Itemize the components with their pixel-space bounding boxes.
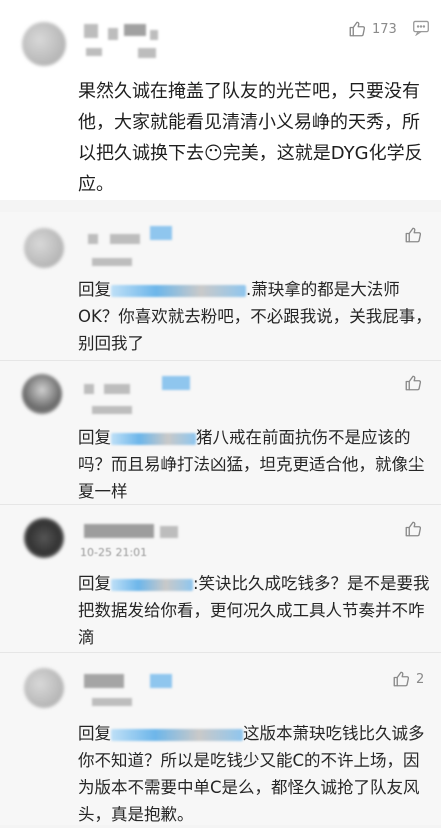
username-masked: [88, 234, 98, 244]
divider: [0, 360, 441, 361]
username-masked: [104, 384, 130, 394]
avatar[interactable]: [24, 228, 64, 268]
reply-prefix: 回复: [78, 574, 111, 593]
meta-masked: [92, 406, 132, 414]
mention-masked: [111, 432, 196, 445]
reply-text: 回复 猪八戒在前面抗伤不是应该的吗？而且易峥打法凶猛，坦克更适合他，就像尘夏一样: [78, 424, 433, 505]
meta-masked: [92, 698, 132, 706]
avatar[interactable]: [22, 22, 66, 66]
mention-masked: [111, 578, 193, 591]
more-button[interactable]: [412, 20, 430, 40]
reply-prefix: 回复: [78, 280, 111, 299]
meta-masked: [86, 48, 102, 56]
avatar[interactable]: [22, 374, 62, 414]
main-comment: 173 果然久诚在掩盖了队友的光芒吧，只要没有他，大家就能看见清清小义易峥的天秀…: [0, 0, 441, 200]
like-button[interactable]: 2: [392, 670, 424, 688]
thumbs-up-icon: [405, 521, 422, 537]
username-masked: [124, 24, 146, 36]
thumbs-up-icon: [349, 21, 366, 37]
divider: [0, 652, 441, 653]
mention-masked: [111, 284, 246, 297]
like-button[interactable]: 173: [348, 20, 397, 38]
username-masked: [150, 226, 172, 240]
reply-prefix: 回复: [78, 428, 111, 447]
username-masked: [110, 234, 140, 244]
reply-prefix: 回复: [78, 724, 111, 743]
more-icon: [413, 20, 429, 37]
like-button[interactable]: [404, 520, 422, 538]
thumbs-up-icon: [405, 227, 422, 243]
reply-list: 回复 .萧玦拿的都是大法师OK？你喜欢就去粉吧，不必跟我说，关我屁事，别回我了 回…: [0, 212, 441, 825]
username-masked: [84, 674, 124, 688]
meta-masked: [138, 48, 156, 58]
avatar[interactable]: [24, 518, 64, 558]
comment-text: 果然久诚在掩盖了队友的光芒吧，只要没有他，大家就能看见清清小义易峥的天秀，所以把…: [78, 81, 423, 195]
timestamp: 10-25 21:01: [80, 546, 148, 559]
username-masked: [150, 30, 158, 40]
username-masked: [84, 524, 154, 538]
like-button[interactable]: [404, 226, 422, 244]
divider: [0, 504, 441, 505]
like-count: 2: [416, 671, 425, 687]
mention-masked: [111, 728, 243, 741]
username-masked: [84, 24, 98, 38]
username-masked: [84, 384, 94, 394]
reply-text: 回复 这版本萧玦吃钱比久诚多你不知道？所以是吃钱少又能C的不许上场，因为版本不需要…: [78, 720, 433, 828]
thumbs-up-icon: [405, 375, 422, 391]
reply-text: 回复:笑诀比久成吃钱多？是不是要我把数据发给你看，更何况久成工具人节奏并不咋滴: [78, 570, 433, 651]
like-button[interactable]: [404, 374, 422, 392]
reply-text: 回复 .萧玦拿的都是大法师OK？你喜欢就去粉吧，不必跟我说，关我屁事，别回我了: [78, 276, 433, 357]
thumbs-up-icon: [393, 671, 410, 687]
username-masked: [160, 526, 178, 538]
like-count: 173: [372, 21, 397, 37]
username-masked: [162, 376, 190, 390]
username-masked: [150, 674, 172, 688]
meta-masked: [92, 258, 132, 266]
username-masked: [108, 28, 118, 40]
avatar[interactable]: [24, 668, 64, 708]
